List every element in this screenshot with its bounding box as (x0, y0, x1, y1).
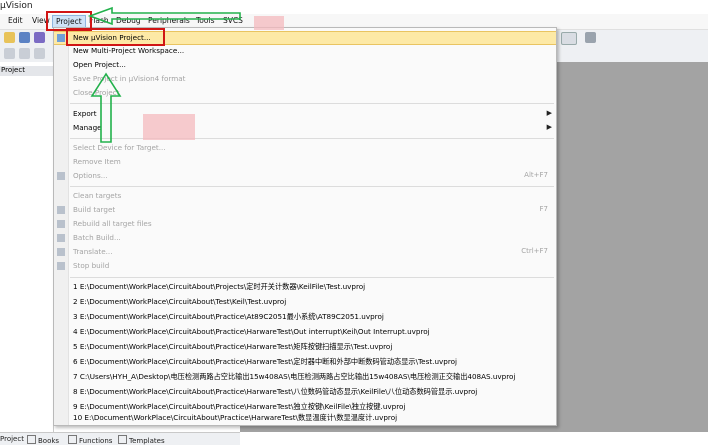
arrow-left-annotation (87, 6, 241, 26)
annotation-arrows (87, 6, 241, 143)
arrow-up-annotation (90, 72, 122, 143)
